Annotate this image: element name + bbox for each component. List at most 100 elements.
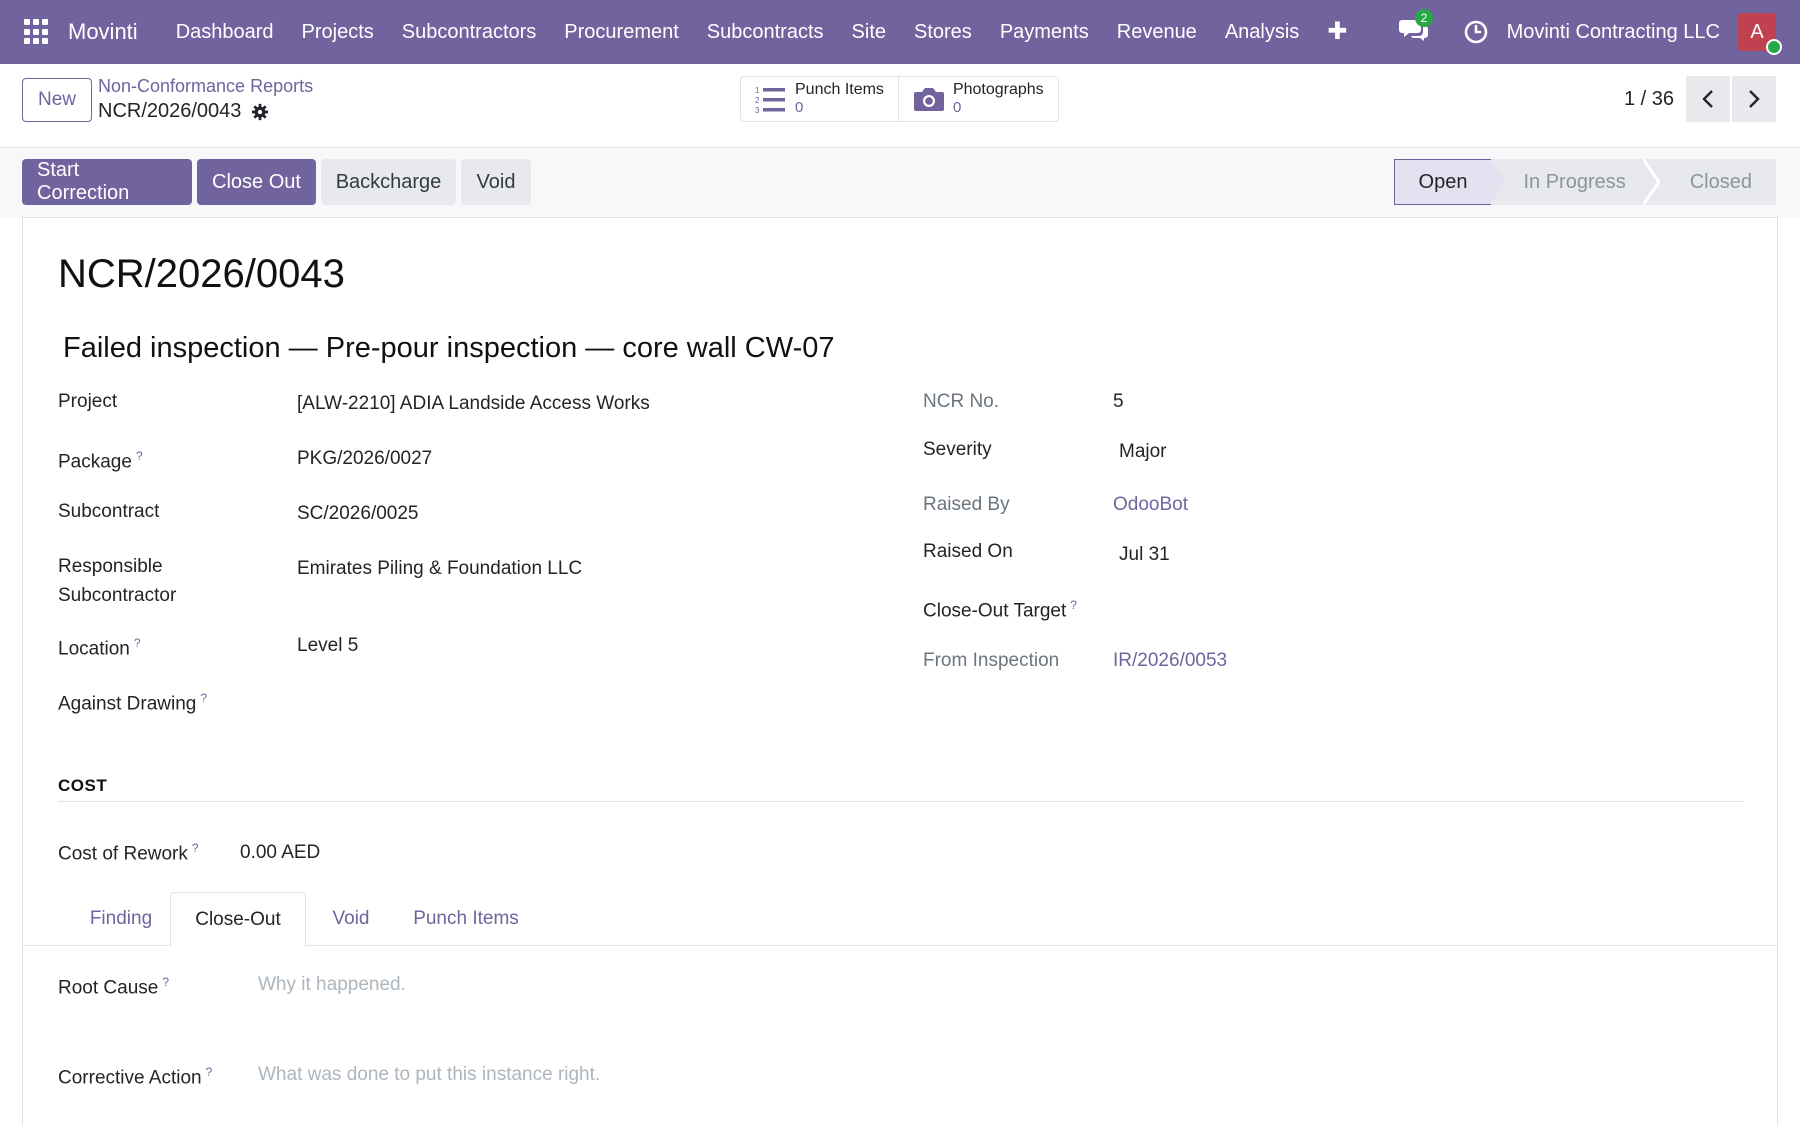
- help-icon[interactable]: ?: [134, 636, 141, 650]
- responsible-subcontractor-value[interactable]: Emirates Piling & Foundation LLC: [297, 554, 582, 583]
- raised-by-value[interactable]: OdooBot: [1113, 490, 1188, 519]
- backcharge-button[interactable]: Backcharge: [321, 159, 456, 205]
- subcontract-value[interactable]: SC/2026/0025: [297, 499, 419, 528]
- root-cause-label-text: Root Cause: [58, 977, 159, 999]
- menu-item-procurement[interactable]: Procurement: [550, 0, 693, 64]
- user-avatar[interactable]: A: [1738, 13, 1782, 55]
- start-correction-button[interactable]: Start Correction: [22, 159, 192, 205]
- stage-in-progress[interactable]: In Progress: [1491, 159, 1661, 205]
- menu-item-payments[interactable]: Payments: [986, 0, 1103, 64]
- punch-items-count: 0: [795, 99, 804, 116]
- smart-buttons: 1 2 3 Punch Items 0 Photographs 0: [740, 76, 1059, 122]
- chevron-right-icon: [1749, 90, 1760, 108]
- corrective-action-label: Corrective Action?: [58, 1058, 212, 1092]
- svg-text:1: 1: [755, 86, 760, 95]
- pager-next-button[interactable]: [1732, 76, 1776, 122]
- main-menu: Dashboard Projects Subcontractors Procur…: [162, 0, 1362, 64]
- against-drawing-value[interactable]: [297, 684, 797, 713]
- responsible-subcontractor-label: Responsible Subcontractor: [58, 556, 177, 606]
- photographs-smart-button[interactable]: Photographs 0: [897, 77, 1058, 121]
- help-icon[interactable]: ?: [192, 841, 199, 855]
- company-switcher[interactable]: Movinti Contracting LLC: [1507, 21, 1720, 44]
- pager-value[interactable]: 1 / 36: [1624, 88, 1674, 111]
- from-inspection-value[interactable]: IR/2026/0053: [1113, 646, 1227, 675]
- breadcrumb-current: NCR/2026/0043: [98, 100, 269, 123]
- help-icon[interactable]: ?: [136, 449, 143, 463]
- close-out-button[interactable]: Close Out: [197, 159, 316, 205]
- breadcrumb-current-label: NCR/2026/0043: [98, 100, 242, 122]
- tab-close-out[interactable]: Close-Out: [170, 892, 306, 947]
- stage-pipeline: Open In Progress Closed: [1393, 159, 1776, 205]
- menu-item-analysis[interactable]: Analysis: [1211, 0, 1313, 64]
- section-divider: [58, 801, 1744, 802]
- svg-text:2: 2: [755, 96, 760, 105]
- numbered-list-icon: 1 2 3: [755, 86, 785, 114]
- tab-punch-items[interactable]: Punch Items: [399, 892, 533, 946]
- against-drawing-label-text: Against Drawing: [58, 693, 197, 715]
- root-cause-input[interactable]: Why it happened.: [258, 974, 1738, 1004]
- punch-items-label: Punch Items: [795, 81, 884, 98]
- tab-finding[interactable]: Finding: [58, 892, 184, 946]
- tab-void[interactable]: Void: [315, 892, 387, 946]
- location-label: Location?: [58, 629, 141, 663]
- menu-item-revenue[interactable]: Revenue: [1103, 0, 1211, 64]
- location-label-text: Location: [58, 638, 130, 660]
- location-value[interactable]: Level 5: [297, 631, 358, 660]
- cost-of-rework-label-text: Cost of Rework: [58, 843, 188, 865]
- stage-closed[interactable]: Closed: [1659, 159, 1776, 205]
- void-button[interactable]: Void: [461, 159, 531, 205]
- online-status-icon: [1766, 39, 1782, 55]
- form-sheet: NCR/2026/0043 Failed inspection — Pre-po…: [22, 217, 1778, 1125]
- project-label: Project: [58, 391, 118, 412]
- menu-item-site[interactable]: Site: [838, 0, 900, 64]
- apps-grid-icon[interactable]: [24, 19, 50, 45]
- breadcrumb-parent-link[interactable]: Non-Conformance Reports: [98, 76, 313, 97]
- stage-in-progress-label: In Progress: [1523, 170, 1626, 193]
- subcontract-label: Subcontract: [58, 501, 160, 522]
- project-value[interactable]: [ALW-2210] ADIA Landside Access Works: [297, 389, 650, 418]
- menu-item-dashboard[interactable]: Dashboard: [162, 0, 288, 64]
- raised-by-label: Raised By: [923, 494, 1010, 515]
- photographs-count: 0: [952, 99, 962, 116]
- subject-field[interactable]: Failed inspection — Pre-pour inspection …: [63, 332, 835, 365]
- close-out-target-value[interactable]: [1119, 593, 1619, 622]
- camera-icon: [913, 88, 944, 111]
- plus-icon[interactable]: ✚: [1313, 0, 1361, 64]
- stage-open[interactable]: Open: [1393, 159, 1508, 205]
- menu-item-projects[interactable]: Projects: [288, 0, 388, 64]
- pager-previous-button[interactable]: [1686, 76, 1730, 122]
- ncr-no-label: NCR No.: [923, 391, 1000, 412]
- help-icon[interactable]: ?: [206, 1065, 213, 1079]
- menu-item-subcontracts[interactable]: Subcontracts: [693, 0, 838, 64]
- control-panel: New Non-Conformance Reports NCR/2026/004…: [0, 64, 1800, 148]
- corrective-action-input[interactable]: What was done to put this instance right…: [258, 1064, 1738, 1094]
- new-button[interactable]: New: [22, 78, 92, 122]
- root-cause-label: Root Cause?: [58, 968, 169, 1002]
- severity-value[interactable]: Major: [1119, 437, 1167, 466]
- punch-items-smart-button[interactable]: 1 2 3 Punch Items 0: [741, 77, 898, 121]
- ncr-no-value: 5: [1113, 391, 1124, 412]
- help-icon[interactable]: ?: [200, 691, 207, 705]
- menu-item-subcontractors[interactable]: Subcontractors: [388, 0, 551, 64]
- help-icon[interactable]: ?: [162, 975, 169, 989]
- cost-of-rework-value[interactable]: 0.00 AED: [240, 838, 320, 867]
- raised-on-value[interactable]: Jul 31: [1119, 540, 1170, 569]
- avatar-initial: A: [1750, 20, 1764, 43]
- clock-icon: [1464, 20, 1487, 44]
- gear-icon[interactable]: [251, 103, 269, 121]
- menu-item-stores[interactable]: Stores: [900, 0, 986, 64]
- cost-of-rework-label: Cost of Rework?: [58, 834, 199, 868]
- messages-count-badge: 2: [1414, 9, 1434, 27]
- close-out-target-label: Close-Out Target?: [923, 591, 1077, 625]
- package-value[interactable]: PKG/2026/0027: [297, 444, 432, 473]
- stage-separator: [1642, 159, 1661, 205]
- activities-button[interactable]: [1463, 19, 1489, 45]
- svg-text:3: 3: [755, 106, 760, 114]
- top-navbar: Movinti Dashboard Projects Subcontractor…: [0, 0, 1800, 64]
- messages-button[interactable]: 2: [1398, 9, 1434, 47]
- app-brand[interactable]: Movinti: [68, 19, 138, 45]
- navbar-systray: 2 Movinti Contracting LLC A: [1398, 0, 1800, 64]
- severity-label: Severity: [923, 439, 992, 460]
- help-icon[interactable]: ?: [1070, 598, 1077, 612]
- form-statusbar: Start Correction Close Out Backcharge Vo…: [0, 148, 1800, 218]
